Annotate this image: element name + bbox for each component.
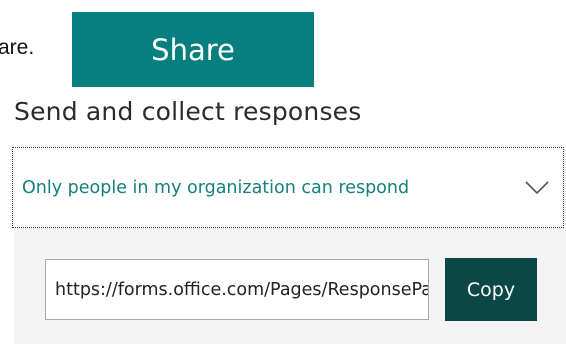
- section-title: Send and collect responses: [14, 97, 362, 126]
- intro-text-fragment: are.: [0, 36, 35, 59]
- response-access-selected-value: Only people in my organization can respo…: [22, 177, 410, 198]
- response-access-dropdown[interactable]: Only people in my organization can respo…: [12, 147, 564, 228]
- share-panel: are. Share Send and collect responses On…: [0, 0, 566, 344]
- share-button[interactable]: Share: [72, 12, 314, 87]
- copy-button[interactable]: Copy: [445, 258, 537, 321]
- share-link-field[interactable]: [45, 259, 429, 320]
- chevron-down-icon[interactable]: [525, 180, 549, 195]
